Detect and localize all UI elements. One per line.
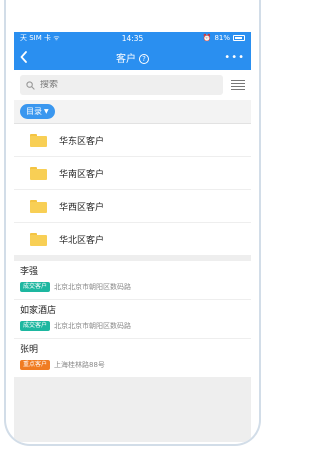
clock: 14:35	[121, 33, 144, 43]
search-area	[14, 70, 251, 100]
customer-meta: 重点客户 上海桂林路88号	[20, 360, 245, 370]
app-screen: 天 SIM 卡 ᯤ 14:35 ⏰ 81% 客户? ••• 搜索 目录 ▼ 华东…	[14, 32, 251, 442]
customer-meta: 成交客户 北京北京市朝阳区数码路	[20, 321, 245, 331]
folder-item-east[interactable]: 华东区客户	[14, 124, 251, 157]
customer-row[interactable]: 李强 成交客户 北京北京市朝阳区数码路	[14, 261, 251, 300]
customer-meta: 成交客户 北京北京市朝阳区数码路	[20, 282, 245, 292]
directory-tag-label: 目录	[26, 107, 42, 116]
folder-list: 华东区客户 华南区客户 华西区客户 华北区客户	[14, 124, 251, 256]
customer-address: 上海桂林路88号	[54, 361, 105, 369]
status-bar: 天 SIM 卡 ᯤ 14:35 ⏰ 81%	[14, 32, 251, 44]
customer-address: 北京北京市朝阳区数码路	[54, 322, 132, 330]
directory-bar: 目录 ▼	[14, 100, 251, 124]
folder-label: 华南区客户	[59, 169, 105, 180]
search-input[interactable]	[40, 80, 180, 90]
folder-item-south[interactable]: 华南区客户	[14, 157, 251, 190]
customer-name: 张明	[20, 345, 39, 355]
chevron-left-icon	[20, 51, 27, 63]
customer-name: 李强	[20, 267, 39, 277]
search-icon	[26, 80, 35, 90]
folder-icon	[30, 199, 47, 213]
customer-name: 如家酒店	[20, 306, 57, 316]
folder-item-north[interactable]: 华北区客户	[14, 223, 251, 256]
battery-icon	[233, 35, 245, 41]
customer-list: 李强 成交客户 北京北京市朝阳区数码路 如家酒店 成交客户 北京北京市朝阳区数码…	[14, 261, 251, 378]
page-title-text: 客户	[116, 53, 136, 65]
folder-icon	[30, 166, 47, 180]
search-box[interactable]	[20, 75, 223, 95]
folder-icon	[30, 133, 47, 147]
folder-label: 华北区客户	[59, 235, 105, 246]
help-icon[interactable]: ?	[139, 53, 149, 64]
folder-item-west[interactable]: 华西区客户	[14, 190, 251, 223]
directory-filter-tag[interactable]: 目录 ▼	[20, 104, 55, 119]
customer-status-badge: 成交客户	[20, 282, 51, 292]
customer-status-badge: 成交客户	[20, 321, 51, 331]
customer-row[interactable]: 如家酒店 成交客户 北京北京市朝阳区数码路	[14, 300, 251, 339]
phone-frame: 天 SIM 卡 ᯤ 14:35 ⏰ 81% 客户? ••• 搜索 目录 ▼ 华东…	[4, 0, 261, 446]
customer-status-badge: 重点客户	[20, 360, 51, 370]
page-title: 客户?	[14, 50, 251, 65]
folder-icon	[30, 232, 47, 246]
back-button[interactable]	[20, 44, 34, 70]
nav-bar: 客户? •••	[14, 44, 251, 70]
customer-address: 北京北京市朝阳区数码路	[54, 283, 132, 291]
folder-label: 华东区客户	[59, 136, 105, 147]
caret-down-icon: ▼	[44, 108, 49, 115]
more-menu-button[interactable]: •••	[224, 52, 245, 63]
list-view-icon[interactable]	[231, 80, 245, 90]
folder-label: 华西区客户	[59, 202, 105, 213]
customer-row[interactable]: 张明 重点客户 上海桂林路88号	[14, 339, 251, 378]
